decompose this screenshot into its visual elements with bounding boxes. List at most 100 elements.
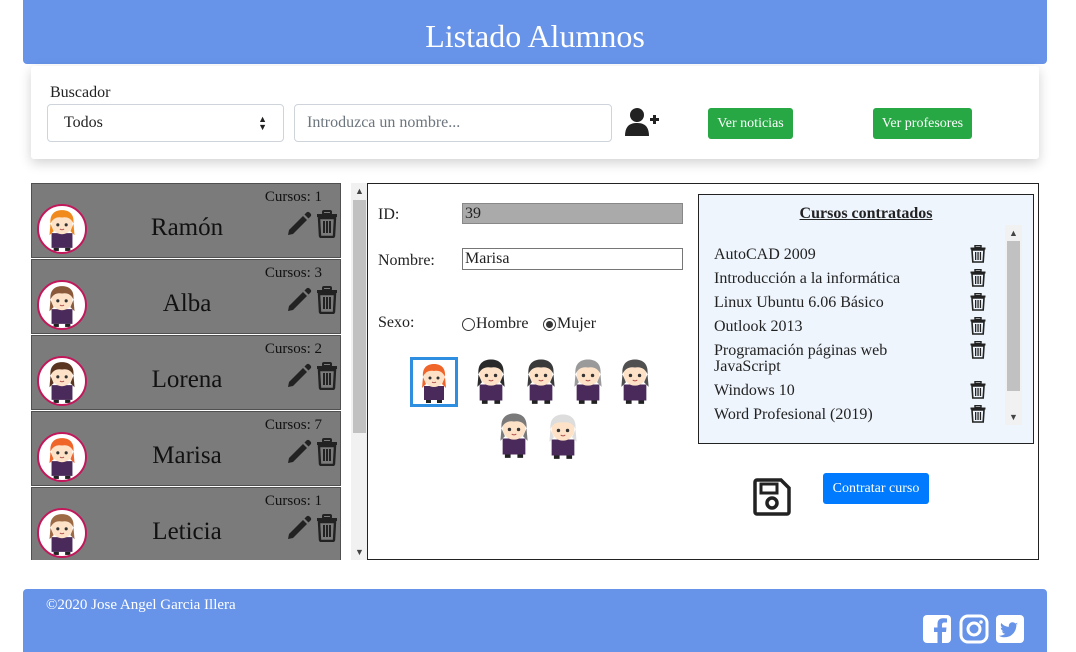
trash-icon[interactable] [970,381,986,399]
avatar [37,356,87,406]
scroll-down-icon[interactable]: ▼ [1005,409,1022,425]
avatar-choice[interactable] [611,355,659,405]
student-name: Marisa [152,442,222,469]
search-card: Buscador Todos ▲▼ Ver noticias Ver profe… [31,66,1039,159]
course-name: Outlook 2013 [714,318,803,335]
avatar-choice[interactable] [410,357,458,407]
page-footer: ©2020 Jose Angel Garcia Illera [23,589,1047,652]
student-name: Ramón [150,214,224,241]
avatar-choice[interactable] [467,355,515,405]
page-title: Listado Alumnos [425,17,645,54]
avatar [37,508,87,558]
select-arrows-icon: ▲ ▼ [258,114,267,132]
trash-icon[interactable] [970,405,986,423]
student-avatar-icon [49,362,75,403]
copyright-text: ©2020 Jose Angel Garcia Illera [46,597,236,613]
trash-icon[interactable] [970,245,986,263]
scroll-thumb[interactable] [353,200,366,433]
trash-icon[interactable] [316,210,338,238]
course-name: Introducción a la informática [714,270,901,287]
student-list-scrollbar[interactable]: ▲ ▼ [351,183,368,560]
student-name: Leticia [152,518,222,545]
avatar-option-icon [500,413,528,458]
avatar-option-icon [621,359,649,404]
course-count: Cursos: 7 [264,417,322,433]
scroll-up-icon[interactable]: ▲ [351,183,368,199]
student-avatar-icon [49,514,75,555]
courses-scrollbar[interactable]: ▲ ▼ [1005,225,1022,425]
course-name: Word Profesional (2019) [714,406,873,423]
search-label: Buscador [50,84,111,101]
trash-icon[interactable] [970,341,986,359]
radio-male-dot[interactable] [462,317,475,331]
trash-icon[interactable] [970,269,986,287]
student-avatar-icon [49,210,75,251]
student-detail-panel: ID: 39 Nombre: Marisa Sexo: Hombre Mujer… [367,183,1039,560]
course-name: Linux Ubuntu 6.06 Básico [714,294,884,311]
filter-select[interactable]: Todos ▲ ▼ [47,104,284,142]
name-label: Nombre: [378,252,435,269]
avatar [37,280,87,330]
student-row[interactable]: Cursos: 3 Alba [31,259,341,334]
avatar-option-icon [477,359,505,404]
twitter-icon[interactable] [995,614,1025,644]
trash-icon[interactable] [316,438,338,466]
radio-female-dot[interactable] [543,317,556,331]
id-field: 39 [462,203,683,224]
pencil-icon[interactable] [286,287,312,313]
radio-male[interactable]: Hombre [462,315,528,333]
trash-icon[interactable] [316,286,338,314]
pencil-icon[interactable] [286,515,312,541]
sex-label: Sexo: [378,314,415,331]
facebook-icon[interactable] [922,614,952,644]
id-label: ID: [378,206,400,223]
student-name: Lorena [151,366,223,393]
avatar [37,432,87,482]
course-name: Programación páginas web JavaScript [714,342,888,375]
student-row[interactable]: Cursos: 7 Marisa [31,411,341,486]
hire-course-button[interactable]: Contratar curso [823,473,929,504]
avatar-choice[interactable] [517,355,565,405]
view-news-button[interactable]: Ver noticias [708,108,793,139]
avatar [37,204,87,254]
avatar-choice[interactable] [539,410,587,460]
trash-icon[interactable] [970,317,986,335]
pencil-icon[interactable] [286,439,312,465]
name-field[interactable]: Marisa [462,248,683,270]
course-count: Cursos: 2 [264,341,322,357]
trash-icon[interactable] [316,362,338,390]
student-avatar-icon [49,286,75,327]
course-name: Windows 10 [714,382,795,399]
radio-male-label: Hombre [476,315,529,332]
scroll-thumb[interactable] [1007,241,1020,391]
user-plus-icon[interactable] [625,107,659,137]
scroll-up-icon[interactable]: ▲ [1005,225,1022,241]
name-search-input[interactable] [294,104,612,142]
course-count: Cursos: 3 [264,265,322,281]
avatar-choice[interactable] [564,355,612,405]
hired-courses-box: Cursos contratados AutoCAD 2009 Introducc… [698,194,1034,444]
hired-courses-title: Cursos contratados [799,205,933,222]
avatar-option-icon [549,414,577,459]
student-avatar-icon [49,438,75,479]
page-header: Listado Alumnos [23,0,1047,64]
instagram-icon[interactable] [959,614,989,644]
course-count: Cursos: 1 [264,493,322,509]
course-name: AutoCAD 2009 [714,246,816,263]
floppy-disk-icon[interactable] [753,478,791,516]
avatar-choice[interactable] [490,409,538,459]
trash-icon[interactable] [316,514,338,542]
avatar-option-icon [422,364,446,403]
student-row[interactable]: Cursos: 2 Lorena [31,335,341,410]
radio-female[interactable]: Mujer [543,315,596,333]
pencil-icon[interactable] [286,211,312,237]
student-row[interactable]: Cursos: 1 Ramón [31,183,341,258]
trash-icon[interactable] [970,293,986,311]
pencil-icon[interactable] [286,363,312,389]
scroll-down-icon[interactable]: ▼ [351,544,368,560]
student-row[interactable]: Cursos: 1 Leticia [31,487,341,560]
student-list[interactable]: Cursos: 1 Ramón Cursos: 3 Alba Cursos: 2 Lore… [31,183,368,560]
student-name: Alba [162,290,212,317]
filter-select-value: Todos [64,114,103,131]
view-teachers-button[interactable]: Ver profesores [873,108,972,139]
